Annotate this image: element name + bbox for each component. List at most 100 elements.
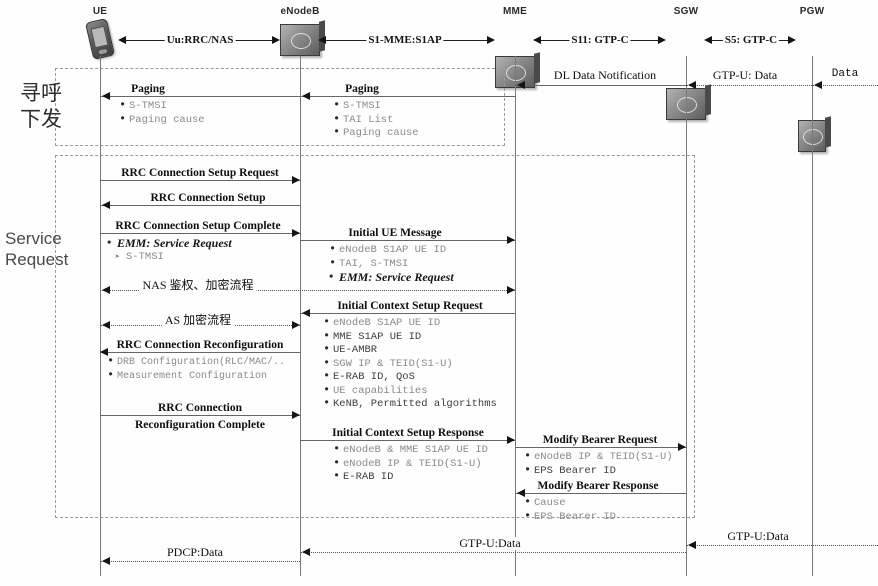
enodeb-device-icon: [280, 24, 320, 56]
message-label-initial-ctx-setup-rsp: Initial Context Setup Response: [329, 427, 487, 440]
arrowhead-right-initial-ctx-setup-rsp: [507, 436, 515, 444]
arrowhead-right-uu: [272, 36, 280, 44]
message-line-initial-ctx-setup-rsp: [300, 440, 515, 441]
group-label-paging: 寻呼 下发: [20, 81, 62, 132]
param-item: Measurement Configuration: [106, 369, 285, 384]
message-label-rrc-reconfig-cplt-line2: Reconfiguration Complete: [132, 419, 268, 432]
node-label-enodeb: eNodeB: [280, 6, 320, 17]
param-list-initial-ctx-setup-req: eNodeB S1AP UE ID MME S1AP UE ID UE-AMBR…: [322, 316, 497, 412]
param-item: E-RAB ID, QoS: [322, 370, 497, 385]
message-line-rrc-conn-setup-cplt: [100, 233, 300, 234]
message-label-pdcp-data: PDCP:Data: [163, 546, 227, 559]
message-line-dl-data-notification: [515, 85, 686, 86]
arrowhead-left-rrc-conn-setup: [102, 201, 110, 209]
param-list-initial-ctx-setup-rsp: eNodeB & MME S1AP UE ID eNodeB IP & TEID…: [332, 443, 488, 485]
arrowhead-right-rrc-reconfig-cplt: [292, 411, 300, 419]
param-item: eNodeB IP & TEID(S1-U): [332, 457, 488, 472]
param-item-sub: S-TMSI: [106, 251, 232, 265]
message-line-initial-ctx-setup-req: [300, 313, 515, 314]
message-line-rrc-reconfig: [100, 352, 300, 353]
arrowhead-left-s5: [704, 36, 712, 44]
param-list-rrc-setup-complete: EMM: Service Request S-TMSI: [106, 236, 232, 265]
lifeline-pgw: [812, 56, 813, 576]
arrowhead-right-rrc-conn-setup-req: [292, 176, 300, 184]
arrowhead-left-gtpu-data-top: [688, 81, 696, 89]
param-item: eNodeB & MME S1AP UE ID: [332, 443, 488, 458]
message-line-paging-enb: [300, 96, 515, 97]
param-list-modify-bearer-rsp: Cause EPS Bearer ID: [523, 496, 616, 525]
param-item: E-RAB ID: [332, 470, 488, 485]
arrowhead-left-data-top: [814, 81, 822, 89]
param-item: UE-AMBR: [322, 343, 497, 358]
arrowhead-left-gtpu-data-bottom-2: [688, 541, 696, 549]
param-item: EPS Bearer ID: [523, 510, 616, 525]
param-item: Paging cause: [332, 126, 419, 141]
message-label-initial-ctx-setup-req: Initial Context Setup Request: [334, 300, 486, 313]
arrowhead-right-rrc-conn-setup-cplt: [292, 229, 300, 237]
arrowhead-right-modify-bearer-req: [678, 443, 686, 451]
message-label-dl-data-notification: DL Data Notification: [550, 69, 660, 82]
param-list-paging-ue: S-TMSI Paging cause: [118, 99, 205, 127]
param-list-rrc-reconfig: DRB Configuration(RLC/MAC/.. Measurement…: [106, 355, 285, 384]
mobile-phone-icon: [85, 18, 115, 60]
param-list-modify-bearer-req: eNodeB IP & TEID(S1-U) EPS Bearer ID: [523, 450, 673, 479]
arrowhead-left-uu: [118, 36, 126, 44]
node-label-sgw: SGW: [673, 6, 699, 17]
message-label-rrc-reconfig: RRC Connection Reconfiguration: [113, 339, 287, 352]
node-label-pgw: PGW: [799, 6, 825, 17]
param-item: TAI List: [332, 113, 419, 128]
arrowhead-right-s5: [788, 36, 796, 44]
message-label-initial-ue-message: Initial UE Message: [345, 227, 445, 240]
arrowhead-right-nas-auth-cipher: [507, 286, 515, 294]
message-label-gtpu-data-top: GTP-U: Data: [709, 69, 781, 82]
param-item: Cause: [523, 496, 616, 511]
message-label-gtpu-data-bottom-2: GTP-U:Data: [724, 530, 792, 543]
arrowhead-right-initial-ue-message: [507, 236, 515, 244]
message-line-rrc-conn-setup: [100, 205, 300, 206]
message-line-modify-bearer-req: [515, 447, 686, 448]
arrowhead-left-initial-ctx-setup-req: [302, 309, 310, 317]
sequence-diagram-canvas: UE eNodeB MME SGW PGW Uu:RRC/NAS S1-MME:…: [0, 0, 878, 586]
message-label-data-top: Data: [828, 68, 862, 81]
message-line-paging-ue: [100, 96, 300, 97]
arrowhead-left-gtpu-data-bottom: [302, 548, 310, 556]
param-item: UE capabilities: [322, 384, 497, 399]
arrowhead-left-pdcp-data: [102, 557, 110, 565]
message-line-gtpu-data-bottom: [300, 552, 686, 553]
message-label-gtpu-data-bottom: GTP-U:Data: [456, 537, 524, 550]
arrowhead-left-paging-enb: [302, 92, 310, 100]
param-emm-text: EMM: Service Request: [117, 236, 232, 250]
message-line-initial-ue-message: [300, 240, 515, 241]
param-list-paging-enb: S-TMSI TAI List Paging cause: [332, 99, 419, 141]
param-item: eNodeB S1AP UE ID: [322, 316, 497, 331]
message-label-rrc-conn-setup-req: RRC Connection Setup Request: [118, 167, 282, 180]
interface-label-s11: S11: GTP-C: [569, 34, 631, 46]
group-label-service-request: Service Request: [5, 229, 69, 270]
message-label-rrc-conn-setup: RRC Connection Setup: [147, 192, 269, 205]
arrowhead-right-as-cipher: [292, 321, 300, 329]
arrowhead-left-nas-auth-cipher: [102, 286, 110, 294]
arrowhead-left-s1mme: [318, 36, 326, 44]
arrowhead-right-s11: [658, 36, 666, 44]
interface-label-s5: S5: GTP-C: [722, 34, 780, 46]
interface-label-uu: Uu:RRC/NAS: [164, 34, 236, 46]
param-list-initial-ue-message: eNodeB S1AP UE ID TAI, S-TMSI EMM: Servi…: [328, 243, 454, 285]
param-item: MME S1AP UE ID: [322, 330, 497, 345]
param-item: TAI, S-TMSI: [328, 257, 454, 272]
param-item: eNodeB IP & TEID(S1-U): [523, 450, 673, 465]
arrowhead-right-s1mme: [487, 36, 495, 44]
message-line-modify-bearer-rsp: [515, 493, 686, 494]
node-label-ue: UE: [92, 6, 108, 17]
message-line-gtpu-data-bottom-2: [686, 545, 878, 546]
param-item: S-TMSI: [332, 99, 419, 114]
message-label-rrc-conn-setup-cplt: RRC Connection Setup Complete: [112, 220, 284, 233]
param-item: KeNB, Permitted algorithms: [322, 397, 497, 412]
param-item: eNodeB S1AP UE ID: [328, 243, 454, 258]
message-label-rrc-reconfig-cplt-line1: RRC Connection: [154, 402, 246, 415]
param-item: SGW IP & TEID(S1-U): [322, 357, 497, 372]
arrowhead-left-s11: [533, 36, 541, 44]
arrowhead-left-dl-data-notification: [517, 81, 525, 89]
interface-label-s1mme: S1-MME:S1AP: [366, 34, 444, 46]
param-item: DRB Configuration(RLC/MAC/..: [106, 355, 285, 370]
param-item: EPS Bearer ID: [523, 464, 673, 479]
